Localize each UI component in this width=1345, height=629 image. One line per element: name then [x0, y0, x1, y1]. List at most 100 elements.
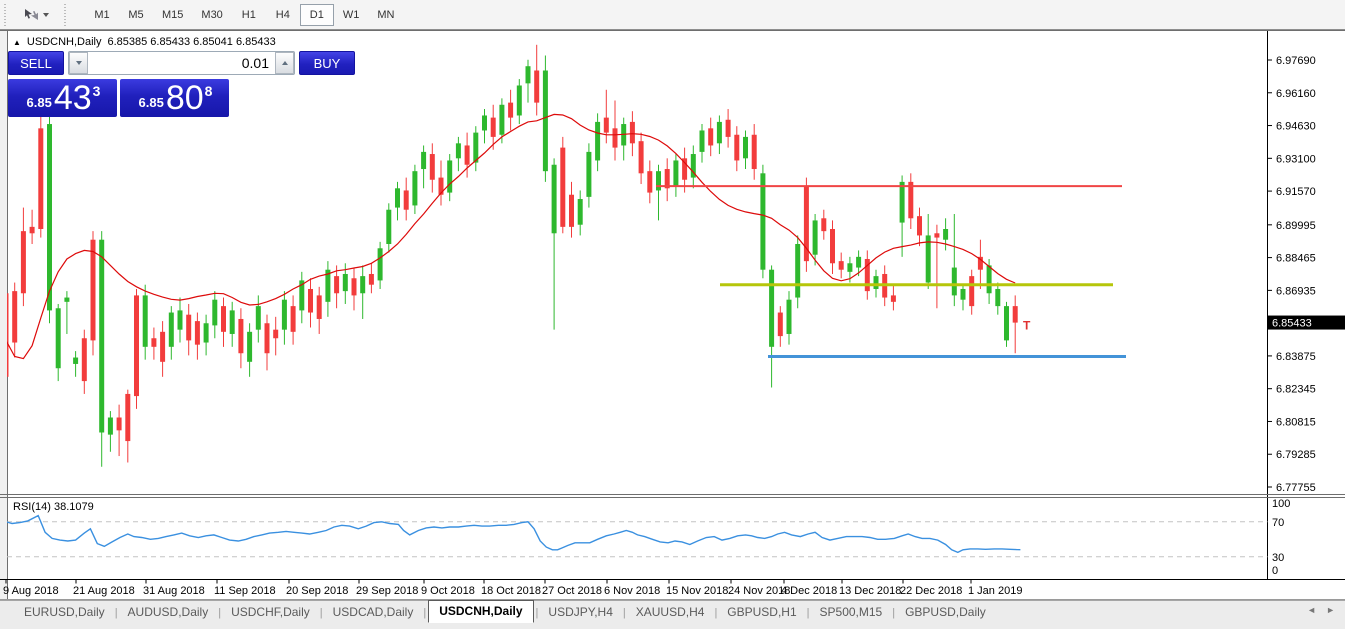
candle-body [1004, 306, 1009, 340]
candle-body [404, 190, 409, 209]
candle-body [412, 171, 417, 205]
candle-body [491, 118, 496, 137]
price-label: 6.88465 [1276, 253, 1316, 265]
candle-body [291, 306, 296, 332]
candle-body [752, 135, 757, 169]
timeframe-m5[interactable]: M5 [119, 4, 153, 26]
price-label: 6.83875 [1276, 351, 1316, 363]
candle-body [917, 216, 922, 235]
current-price-value: 6.85433 [1272, 318, 1312, 330]
price-label: 6.82345 [1276, 384, 1316, 396]
price-label: 6.91570 [1276, 186, 1316, 198]
candle-body [317, 295, 322, 319]
date-label: 9 Aug 2018 [3, 585, 59, 597]
timeframe-mn[interactable]: MN [368, 4, 403, 26]
rsi-level-label: 30 [1272, 552, 1284, 564]
toolbar-grip[interactable] [63, 4, 68, 26]
candle-body [160, 332, 165, 362]
lot-size-input[interactable] [88, 52, 275, 74]
candle-body [430, 154, 435, 180]
sell-button[interactable]: SELL [8, 51, 64, 75]
tab-usdcad-daily[interactable]: USDCAD,Daily [323, 602, 424, 623]
candle-body [204, 323, 209, 342]
candle-body [856, 257, 861, 268]
candle-body [125, 394, 130, 441]
candle-body [395, 188, 400, 207]
tab-scroll-left-icon[interactable]: ◄ [1307, 605, 1316, 615]
timeframe-h1[interactable]: H1 [232, 4, 266, 26]
tab-eurusd-daily[interactable]: EURUSD,Daily [14, 602, 115, 623]
timeframe-m30[interactable]: M30 [192, 4, 231, 26]
candle-body [961, 289, 966, 300]
candle-body [473, 133, 478, 163]
candle-body [734, 135, 739, 161]
candle-body [952, 268, 957, 296]
candle-body [1013, 306, 1018, 322]
candle-body [760, 173, 765, 269]
tab-usdchf-daily[interactable]: USDCHF,Daily [221, 602, 320, 623]
date-label: 6 Nov 2018 [604, 585, 660, 597]
timeframe-w1[interactable]: W1 [334, 4, 369, 26]
candle-body [717, 122, 722, 143]
chart-tabbar: EURUSD,Daily|AUDUSD,Daily|USDCHF,Daily|U… [0, 600, 1345, 629]
tab-audusd-daily[interactable]: AUDUSD,Daily [118, 602, 219, 623]
price-label: 6.89995 [1276, 220, 1316, 232]
candle-body [969, 276, 974, 306]
timeframe-h4[interactable]: H4 [266, 4, 300, 26]
candle-body [726, 120, 731, 137]
chart-tools-button[interactable] [17, 4, 55, 25]
candle-body [778, 313, 783, 337]
tab-gbpusd-daily[interactable]: GBPUSD,Daily [895, 602, 996, 623]
price-label: 6.80815 [1276, 416, 1316, 428]
buy-button[interactable]: BUY [299, 51, 355, 75]
tab-usdjpy-h4[interactable]: USDJPY,H4 [538, 602, 622, 623]
timeframe-m1[interactable]: M1 [85, 4, 119, 26]
candle-body [613, 128, 618, 147]
tab-sp500-m15[interactable]: SP500,M15 [810, 602, 893, 623]
cursor-arrows-icon [23, 7, 40, 22]
lot-increase-button[interactable] [275, 52, 294, 74]
candle-body [586, 152, 591, 197]
tab-gbpusd-h1[interactable]: GBPUSD,H1 [717, 602, 806, 623]
mt4-window: T6.976906.961606.946306.931006.915706.89… [0, 0, 1345, 629]
arrow-up-icon [282, 61, 288, 65]
candle-body [656, 171, 661, 190]
candle-body [447, 160, 452, 192]
candle-body [943, 229, 948, 240]
candle-body [308, 289, 313, 313]
timeframe-toolbar: M1M5M15M30H1H4D1W1MN [0, 0, 1345, 30]
price-label: 6.86935 [1276, 285, 1316, 297]
candle-body [73, 358, 78, 364]
sell-quote-button[interactable]: 6.85 43 3 [8, 79, 117, 117]
toolbar-grip[interactable] [3, 4, 8, 26]
candle-body [12, 291, 17, 342]
candle-body [456, 143, 461, 158]
rsi-level-label: 70 [1272, 517, 1284, 529]
candle-body [134, 295, 139, 396]
candle-body [82, 338, 87, 381]
collapse-icon[interactable]: ▲ [13, 38, 21, 47]
date-label: 27 Oct 2018 [542, 585, 602, 597]
tab-scroll-right-icon[interactable]: ► [1326, 605, 1335, 615]
candle-body [769, 270, 774, 347]
candle-body [874, 276, 879, 289]
candle-body [178, 310, 183, 329]
tab-xauusd-h4[interactable]: XAUUSD,H4 [626, 602, 715, 623]
tab-usdcnh-daily[interactable]: USDCNH,Daily [428, 600, 533, 623]
symbol-period-label: USDCNH,Daily [27, 36, 102, 48]
lot-size-stepper [68, 51, 295, 75]
date-label: 9 Oct 2018 [421, 585, 475, 597]
candle-body [186, 315, 191, 341]
candle-body [673, 160, 678, 186]
candle-body [56, 308, 61, 368]
buy-quote-button[interactable]: 6.85 80 8 [120, 79, 229, 117]
candle-body [465, 145, 470, 164]
rsi-level-label: 0 [1272, 565, 1278, 577]
lot-decrease-button[interactable] [69, 52, 88, 74]
candle-body [821, 218, 826, 231]
candle-body [21, 231, 26, 293]
candle-body [334, 276, 339, 293]
timeframe-m15[interactable]: M15 [153, 4, 192, 26]
date-label: 4 Dec 2018 [781, 585, 837, 597]
timeframe-d1[interactable]: D1 [300, 4, 334, 26]
